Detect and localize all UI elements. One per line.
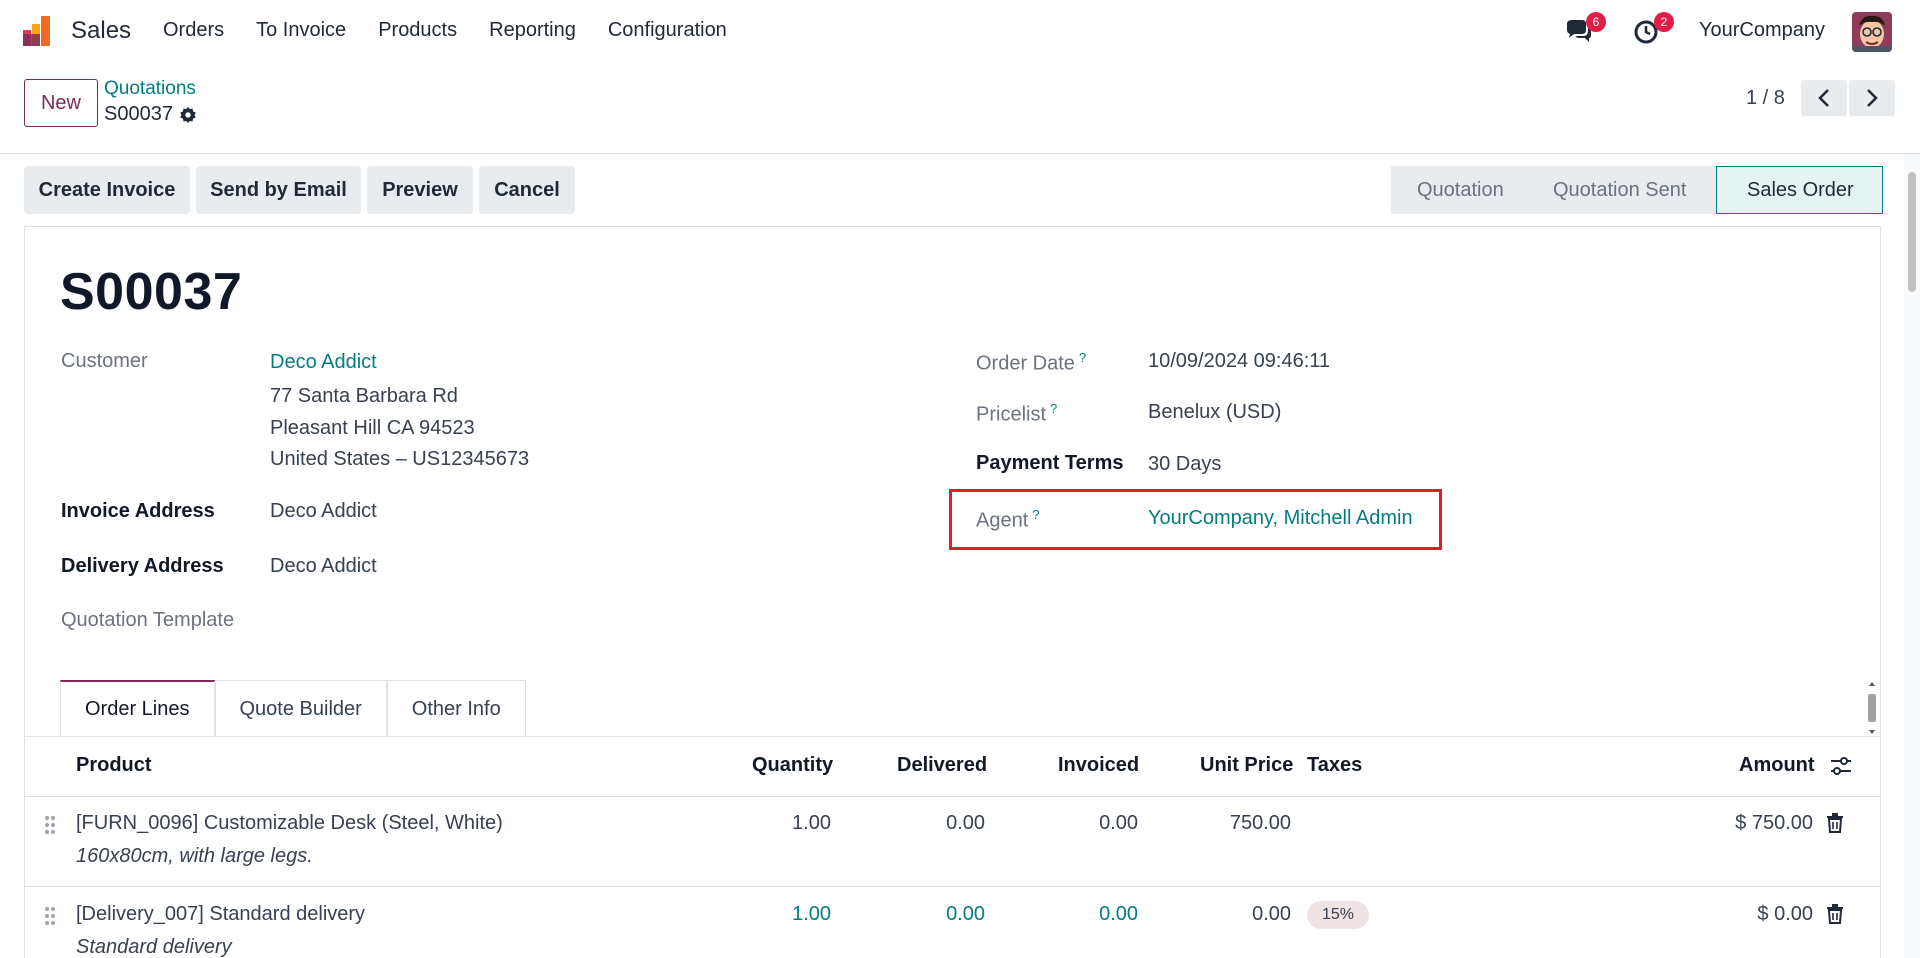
pager-previous-button[interactable] [1801, 80, 1847, 116]
quotation-template-label: Quotation Template [61, 609, 235, 631]
new-button[interactable]: New [24, 79, 98, 127]
col-taxes[interactable]: Taxes [1307, 754, 1362, 777]
row2-unit-price[interactable]: 0.00 [1180, 903, 1291, 926]
stage-quotation-sent[interactable]: Quotation Sent [1527, 166, 1716, 214]
tab-divider [24, 736, 1881, 737]
pricelist-label-text: Pricelist [976, 403, 1047, 426]
menu-products[interactable]: Products [378, 19, 457, 42]
user-avatar-image [1852, 12, 1892, 52]
drag-handle-icon[interactable] [43, 906, 57, 926]
chevron-right-icon [1867, 89, 1878, 107]
breadcrumb-current: S00037 [104, 103, 197, 126]
notebook-tabs: Order Lines Quote Builder Other Info [60, 680, 526, 737]
order-title: S00037 [60, 263, 243, 321]
pricelist-field[interactable]: Benelux (USD) [1148, 401, 1281, 424]
row2-invoiced[interactable]: 0.00 [1040, 903, 1138, 926]
breadcrumb-quotations[interactable]: Quotations [104, 78, 196, 100]
main-scrollbar-thumb[interactable] [1908, 172, 1916, 292]
tab-quote-builder[interactable]: Quote Builder [214, 680, 387, 737]
payment-terms-field[interactable]: 30 Days [1148, 453, 1221, 476]
row1-delivered[interactable]: 0.00 [884, 812, 985, 835]
chevron-left-icon [1818, 89, 1829, 107]
status-bar: Quotation Quotation Sent Sales Order [1391, 166, 1883, 214]
customer-address-line-1: 77 Santa Barbara Rd [270, 385, 458, 407]
customer-address-line-2: Pleasant Hill CA 94523 [270, 417, 475, 439]
row1-product[interactable]: [FURN_0096] Customizable Desk (Steel, Wh… [76, 812, 503, 835]
main-menu: Orders To Invoice Products Reporting Con… [163, 19, 759, 42]
order-date-label: Order Date? [976, 350, 1086, 376]
sales-app-icon[interactable] [22, 14, 56, 48]
col-delivered[interactable]: Delivered [897, 754, 987, 777]
trash-icon[interactable] [1826, 904, 1844, 924]
user-avatar[interactable] [1852, 12, 1892, 52]
activities-button[interactable]: 2 [1632, 12, 1674, 46]
row1-unit-price[interactable]: 750.00 [1180, 812, 1291, 835]
preview-button[interactable]: Preview [367, 166, 473, 214]
agent-highlight-box [949, 489, 1442, 550]
row2-delivered[interactable]: 0.00 [884, 903, 985, 926]
row1-description[interactable]: 160x80cm, with large legs. [76, 845, 313, 868]
scrollbar-arrows-icon [1868, 682, 1876, 734]
row2-description[interactable]: Standard delivery [76, 936, 232, 958]
menu-reporting[interactable]: Reporting [489, 19, 576, 42]
tab-order-lines[interactable]: Order Lines [60, 680, 215, 737]
row2-amount: $ 0.00 [1757, 903, 1813, 925]
send-by-email-button[interactable]: Send by Email [196, 166, 361, 214]
col-quantity[interactable]: Quantity [752, 754, 833, 777]
breadcrumb-current-label: S00037 [104, 103, 173, 125]
messages-button[interactable]: 6 [1564, 12, 1606, 46]
menu-to-invoice[interactable]: To Invoice [256, 19, 346, 42]
tab-other-info[interactable]: Other Info [386, 680, 526, 737]
delivery-address-field[interactable]: Deco Addict [270, 555, 377, 578]
invoice-address-label: Invoice Address [61, 500, 215, 522]
payment-terms-label: Payment Terms [976, 452, 1124, 474]
app-name[interactable]: Sales [71, 17, 131, 45]
row1-invoiced[interactable]: 0.00 [1040, 812, 1138, 835]
tabs-scrollbar[interactable] [1864, 680, 1880, 736]
row2-quantity[interactable]: 1.00 [738, 903, 831, 926]
row1-amount: $ 750.00 [1735, 812, 1813, 834]
order-date-label-text: Order Date [976, 352, 1075, 375]
activities-count-badge: 2 [1654, 12, 1674, 32]
company-switcher[interactable]: YourCompany [1699, 19, 1825, 42]
order-date-field[interactable]: 10/09/2024 09:46:11 [1148, 350, 1330, 373]
create-invoice-button[interactable]: Create Invoice [24, 166, 190, 214]
help-icon[interactable]: ? [1079, 350, 1086, 365]
pricelist-label: Pricelist? [976, 401, 1057, 427]
messages-count-badge: 6 [1586, 12, 1606, 32]
help-icon[interactable]: ? [1050, 401, 1057, 416]
menu-configuration[interactable]: Configuration [608, 19, 727, 42]
gear-icon[interactable] [179, 106, 197, 124]
col-amount[interactable]: Amount [1739, 754, 1815, 777]
stage-sales-order[interactable]: Sales Order [1716, 166, 1883, 214]
cancel-button[interactable]: Cancel [479, 166, 575, 214]
tax-badge[interactable]: 15% [1307, 901, 1369, 929]
main-scrollbar[interactable] [1904, 154, 1920, 958]
top-navbar: Sales Orders To Invoice Products Reporti… [0, 0, 1920, 61]
control-panel: New Quotations S00037 1 / 8 [0, 61, 1920, 154]
pager-next-button[interactable] [1849, 80, 1895, 116]
stage-quotation[interactable]: Quotation [1391, 166, 1527, 214]
row1-quantity[interactable]: 1.00 [738, 812, 831, 835]
row-divider [24, 886, 1881, 887]
col-invoiced[interactable]: Invoiced [1058, 754, 1139, 777]
header-divider [24, 796, 1881, 797]
customer-label: Customer [61, 350, 148, 372]
row2-product[interactable]: [Delivery_007] Standard delivery [76, 903, 365, 926]
col-unit-price[interactable]: Unit Price [1200, 754, 1293, 777]
pager-value[interactable]: 1 / 8 [1746, 87, 1785, 110]
drag-handle-icon[interactable] [43, 815, 57, 835]
customer-address-line-3: United States – US12345673 [270, 448, 530, 470]
trash-icon[interactable] [1826, 813, 1844, 833]
optional-columns-icon[interactable] [1829, 754, 1853, 778]
menu-orders[interactable]: Orders [163, 19, 224, 42]
delivery-address-label: Delivery Address [61, 555, 224, 577]
invoice-address-field[interactable]: Deco Addict [270, 500, 377, 523]
customer-link[interactable]: Deco Addict [270, 351, 377, 374]
col-product[interactable]: Product [76, 754, 152, 777]
